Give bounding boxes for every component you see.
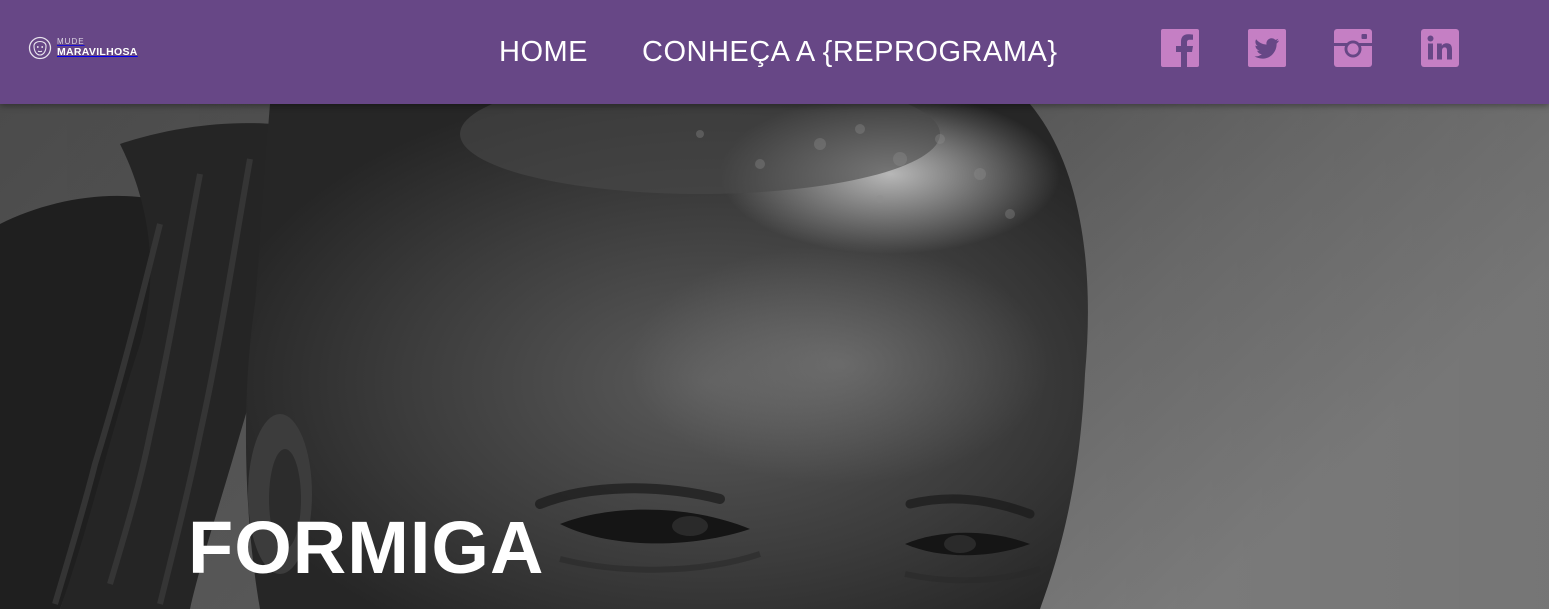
twitter-icon <box>1248 29 1286 67</box>
woman-face-logo-icon <box>28 36 52 60</box>
instagram-icon <box>1334 29 1372 67</box>
nav-link-conheca-reprograma[interactable]: CONHEÇA A {REPROGRAMA} <box>642 36 1058 69</box>
facebook-icon <box>1161 29 1199 67</box>
brand-name: MUDE MARAVILHOSA <box>57 38 138 58</box>
brand-line-1: MUDE <box>57 37 85 47</box>
brand-line-2: MARAVILHOSA <box>57 46 138 59</box>
instagram-link[interactable] <box>1334 29 1372 67</box>
facebook-link[interactable] <box>1161 29 1199 67</box>
linkedin-link[interactable] <box>1421 29 1459 67</box>
site-header: MUDE MARAVILHOSA HOME CONHEÇA A {REPROGR… <box>0 0 1549 104</box>
brand-logo[interactable]: MUDE MARAVILHOSA <box>28 33 138 63</box>
twitter-link[interactable] <box>1248 29 1286 67</box>
hero-banner: FORMIGA <box>0 104 1549 609</box>
linkedin-icon <box>1421 29 1459 67</box>
nav-item-home: HOME <box>499 0 588 104</box>
nav-item-conheca: CONHEÇA A {REPROGRAMA} <box>642 0 1058 104</box>
hero-title: FORMIGA <box>188 506 545 589</box>
nav-link-home[interactable]: HOME <box>499 36 588 69</box>
